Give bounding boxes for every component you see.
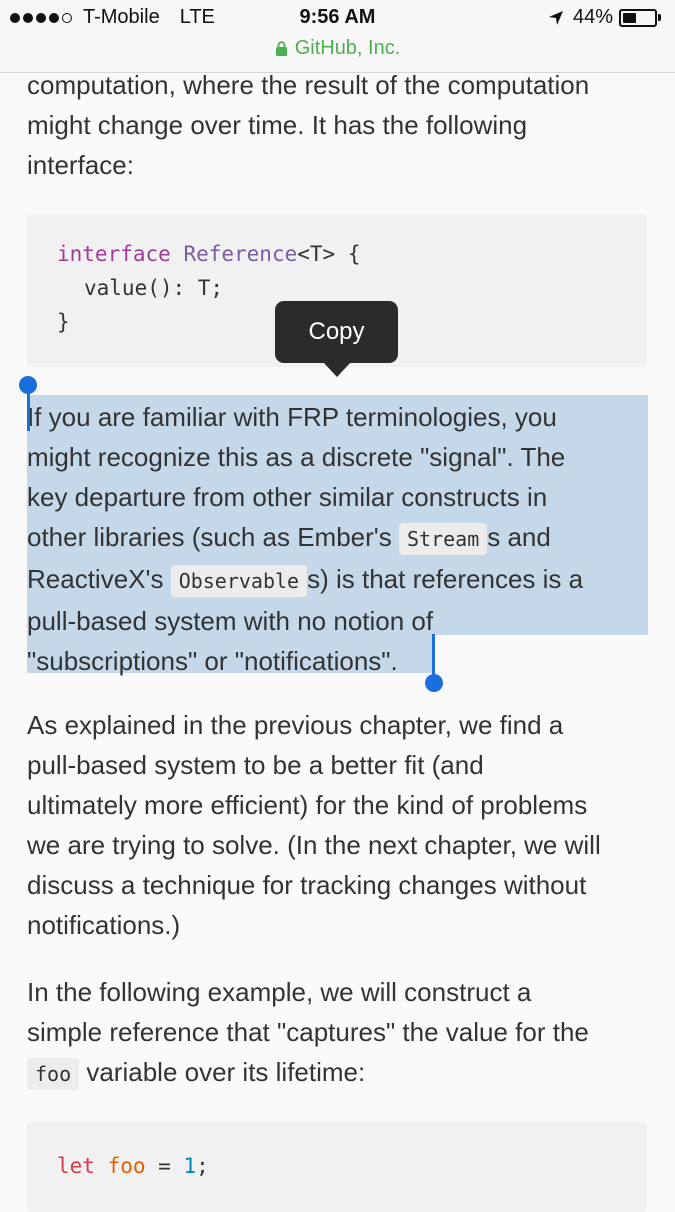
site-name: GitHub, Inc. — [294, 37, 401, 59]
battery-percentage: 44% — [572, 6, 613, 28]
status-bar: T-Mobile LTE 9:56 AM 44% GitHub, Inc. — [0, 0, 675, 73]
text-line: pull-based system to be a better fit (an… — [27, 750, 484, 780]
text-line: ultimately more efficient) for the kind … — [27, 790, 588, 820]
text-line: might recognize this as a discrete "sign… — [27, 442, 566, 472]
status-right: 44% — [547, 6, 661, 29]
text-line: In the following example, we will constr… — [27, 977, 532, 1007]
paragraph-frp-selected[interactable]: If you are familiar with FRP terminologi… — [27, 397, 652, 681]
copy-tooltip-arrow — [323, 362, 351, 377]
inline-code-foo: foo — [27, 1058, 80, 1090]
text-line: key departure from other similar constru… — [27, 482, 548, 512]
text-line: other libraries (such as Ember's — [27, 522, 399, 552]
text-line: simple reference that "captures" the val… — [27, 1017, 589, 1047]
text-line: If you are familiar with FRP terminologi… — [27, 402, 557, 432]
selection-start-knob[interactable] — [19, 376, 37, 394]
selection-start-handle[interactable] — [27, 391, 30, 431]
code-line: value(): T; — [84, 276, 224, 300]
lock-icon — [275, 41, 287, 56]
text-line: ReactiveX's — [27, 564, 171, 594]
code-line: } — [57, 310, 70, 334]
text-line: discuss a technique for tracking changes… — [27, 870, 587, 900]
code-line: let foo = 1; — [57, 1154, 209, 1178]
text-line: computation, where the result of the com… — [27, 70, 590, 100]
text-line: As explained in the previous chapter, we… — [27, 710, 564, 740]
code-block-let: let foo = 1; — [27, 1122, 647, 1212]
code-line: interface Reference<T> { — [57, 242, 361, 266]
text-line: "subscriptions" or "notifications". — [27, 646, 398, 676]
inline-code-stream: Stream — [399, 523, 488, 555]
selection-end-handle[interactable] — [432, 634, 435, 676]
inline-code-observable: Observable — [170, 565, 308, 597]
text-line: notifications.) — [27, 910, 181, 940]
copy-button[interactable]: Copy — [275, 301, 398, 363]
selection-end-knob[interactable] — [425, 674, 443, 692]
text-line: pull-based system with no notion of — [27, 606, 434, 636]
paragraph-example: In the following example, we will constr… — [27, 972, 652, 1094]
text-line: interface: — [27, 150, 134, 180]
text-line: we are trying to solve. (In the next cha… — [27, 830, 601, 860]
paragraph-pull-based: As explained in the previous chapter, we… — [27, 705, 652, 945]
site-identity[interactable]: GitHub, Inc. — [0, 37, 675, 60]
location-arrow-icon — [548, 10, 563, 25]
paragraph-intro: computation, where the result of the com… — [27, 65, 652, 185]
text-line: might change over time. It has the follo… — [27, 110, 528, 140]
battery-icon — [619, 8, 657, 27]
